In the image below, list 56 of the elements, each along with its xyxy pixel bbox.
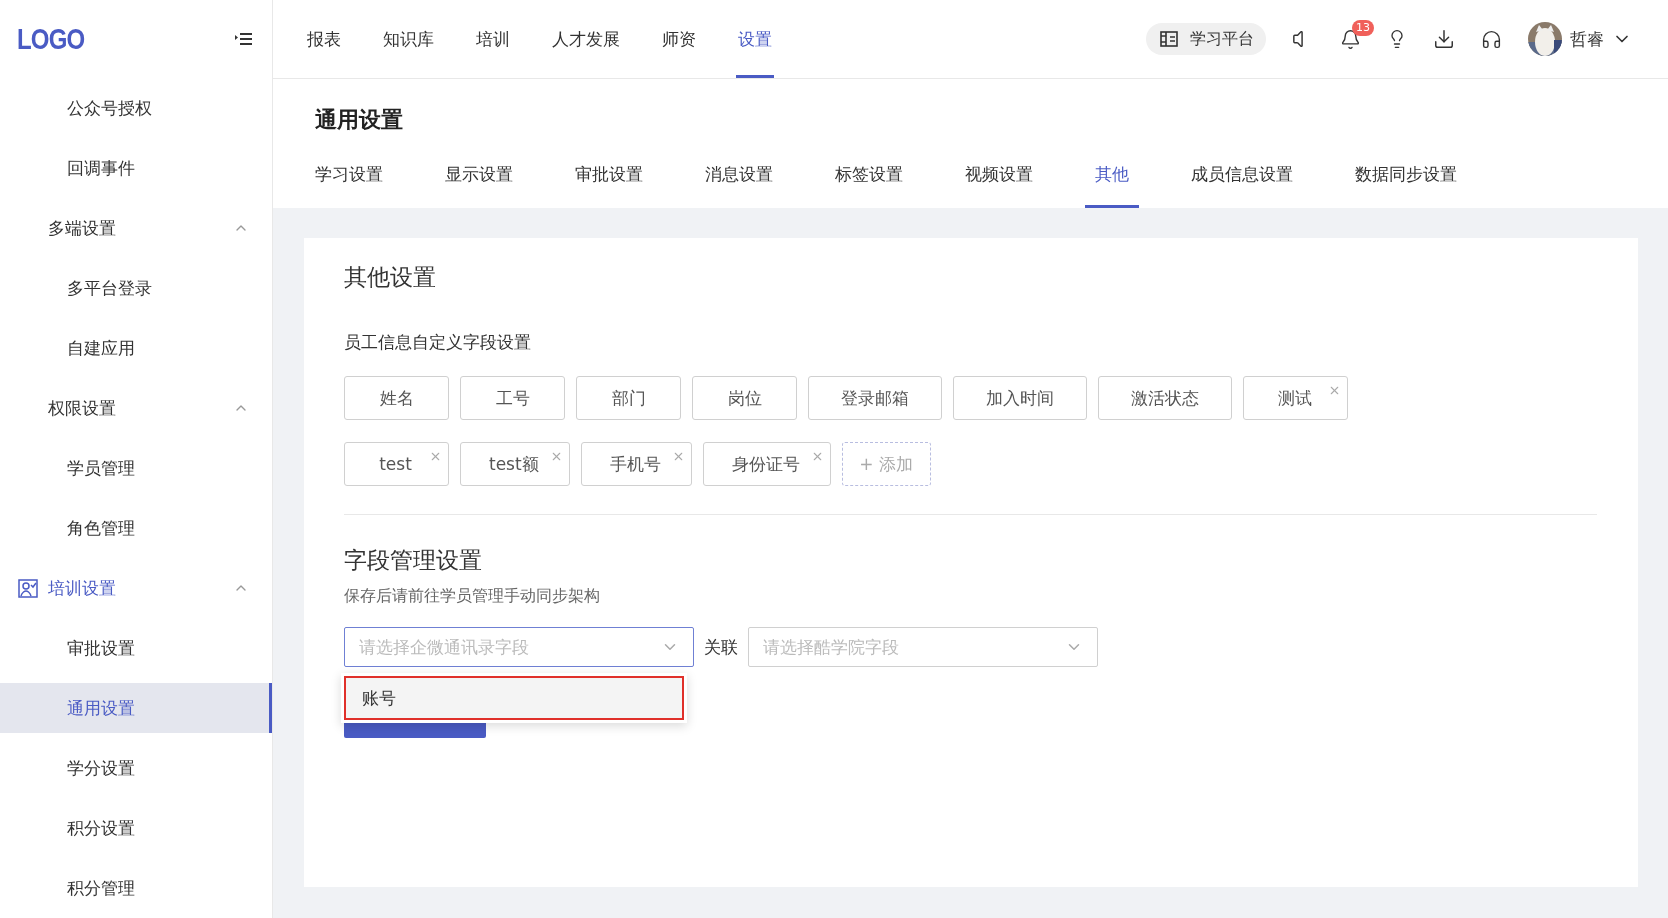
link-label: 关联 <box>704 635 738 659</box>
sidebar-item[interactable]: 学员管理 <box>0 443 272 493</box>
sidebar-item[interactable]: 积分管理 <box>0 863 272 913</box>
sidebar-item[interactable]: 自建应用 <box>0 323 272 373</box>
section-title: 字段管理设置 <box>344 546 483 575</box>
platform-button[interactable]: 学习平台 <box>1146 23 1266 55</box>
field-tag: 激活状态 <box>1098 376 1232 420</box>
settings-tab[interactable]: 视频设置 <box>955 141 1043 208</box>
field-tag: 岗位 <box>692 376 797 420</box>
settings-tab[interactable]: 成员信息设置 <box>1181 141 1303 208</box>
field-tag: 身份证号 <box>702 442 831 486</box>
hint-text: 保存后请前往学员管理手动同步架构 <box>344 586 601 607</box>
settings-tab[interactable]: 数据同步设置 <box>1345 141 1467 208</box>
settings-tab[interactable]: 审批设置 <box>565 141 653 208</box>
field-tag: test <box>344 442 449 486</box>
person-frame-icon <box>18 578 38 598</box>
field-tag: 工号 <box>460 376 565 420</box>
menu-icon[interactable] <box>235 32 252 46</box>
page-title: 通用设置 <box>315 106 404 134</box>
sidebar-item[interactable]: 公众号授权 <box>0 83 272 133</box>
settings-tab[interactable]: 消息设置 <box>695 141 783 208</box>
settings-tab[interactable]: 学习设置 <box>305 141 393 208</box>
board-icon <box>1160 31 1178 47</box>
nav-tab[interactable]: 人才发展 <box>550 0 622 78</box>
section-heading: 员工信息自定义字段设置 <box>344 331 532 354</box>
sidebar-item[interactable]: 审批设置 <box>0 623 272 673</box>
field-tag: 测试 <box>1243 376 1348 420</box>
sidebar-group[interactable]: 权限设置 <box>0 383 272 433</box>
sidebar-item[interactable]: 多平台登录 <box>0 263 272 313</box>
settings-tab[interactable]: 其他 <box>1085 141 1139 208</box>
sidebar-item[interactable]: 角色管理 <box>0 503 272 553</box>
field-tag: 手机号 <box>580 442 692 486</box>
card-title: 其他设置 <box>344 263 437 292</box>
dropdown-option[interactable]: 账号 <box>344 676 684 720</box>
sidebar-item[interactable]: 通用设置 <box>0 683 272 733</box>
notification-badge: 13 <box>1352 19 1374 36</box>
download-icon[interactable] <box>1433 28 1455 50</box>
sidebar-item[interactable]: 学分设置 <box>0 743 272 793</box>
nav-tab[interactable]: 知识库 <box>381 0 436 78</box>
field-tag: 加入时间 <box>953 376 1087 420</box>
logo: LOGO <box>17 22 85 56</box>
sidebar-item[interactable]: 回调事件 <box>0 143 272 193</box>
nav-tab[interactable]: 培训 <box>474 0 512 78</box>
headset-icon[interactable] <box>1481 28 1502 50</box>
field-tag: test额 <box>460 442 570 486</box>
sidebar-item[interactable]: 积分设置 <box>0 803 272 853</box>
nav-tab[interactable]: 报表 <box>305 0 343 78</box>
sidebar-group[interactable]: 培训设置 <box>0 563 272 613</box>
nav-tab[interactable]: 师资 <box>660 0 698 78</box>
field-tag: 姓名 <box>344 376 449 420</box>
sidebar-group[interactable]: 多端设置 <box>0 203 272 253</box>
field-tag: 部门 <box>576 376 681 420</box>
user-menu[interactable]: 哲睿 <box>1528 22 1632 56</box>
field-tag: 登录邮箱 <box>808 376 942 420</box>
settings-tab[interactable]: 标签设置 <box>825 141 913 208</box>
settings-tab[interactable]: 显示设置 <box>435 141 523 208</box>
